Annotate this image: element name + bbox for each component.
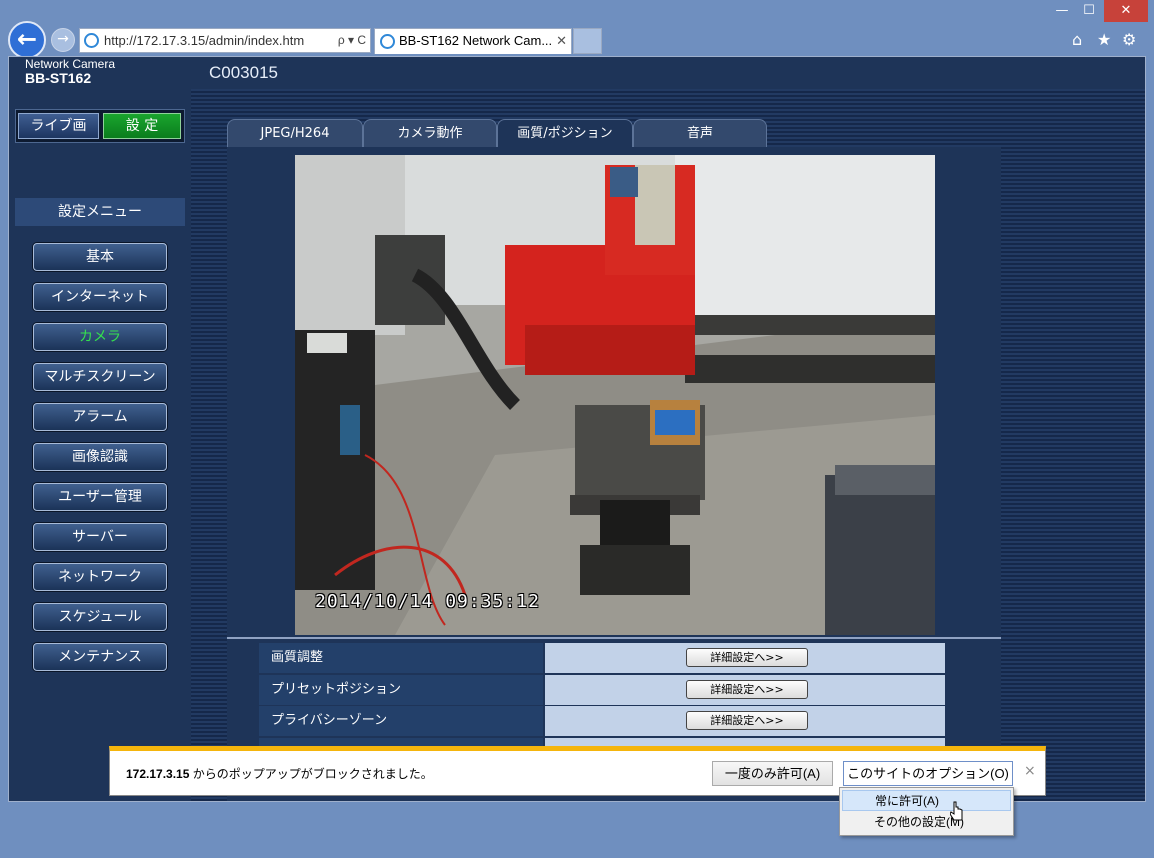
- notification-close-icon[interactable]: ×: [1024, 763, 1036, 779]
- row-label-privacy-zone: プライバシーゾーン: [259, 706, 543, 736]
- tab-close-icon[interactable]: ✕: [556, 29, 567, 53]
- settings-gear-icon[interactable]: ⚙: [1122, 30, 1136, 49]
- row-value-preset-position: 詳細設定へ>>: [545, 675, 945, 705]
- menu-item-always-allow[interactable]: 常に許可(A): [842, 790, 1011, 811]
- mouse-pointer-icon: [950, 801, 963, 821]
- product-line: Network Camera: [25, 57, 116, 71]
- minimize-button[interactable]: —: [1050, 0, 1074, 22]
- notification-ip: 172.17.3.15: [126, 767, 190, 781]
- browser-tab[interactable]: BB-ST162 Network Cam... ✕: [374, 28, 572, 54]
- menu-network[interactable]: ネットワーク: [33, 563, 167, 591]
- home-icon[interactable]: ⌂: [1072, 30, 1082, 49]
- menu-schedule[interactable]: スケジュール: [33, 603, 167, 631]
- row-label-image-adjust: 画質調整: [259, 643, 543, 673]
- menu-user-management[interactable]: ユーザー管理: [33, 483, 167, 511]
- menu-internet[interactable]: インターネット: [33, 283, 167, 311]
- menu-item-more-settings[interactable]: その他の設定(M): [842, 812, 1011, 833]
- video-timestamp: 2014/10/14 09:35:12: [315, 591, 540, 612]
- address-url: http://172.17.3.15/admin/index.htm: [104, 33, 305, 48]
- privacy-zone-detail-button[interactable]: 詳細設定へ>>: [686, 711, 808, 730]
- model-name: BB-ST162: [25, 70, 92, 86]
- camera-scene-image: [295, 155, 935, 635]
- back-button[interactable]: ←: [8, 21, 46, 59]
- maximize-button[interactable]: ☐: [1077, 0, 1101, 22]
- notification-text: からのポップアップがブロックされました。: [189, 767, 433, 781]
- new-tab-button[interactable]: [573, 28, 602, 54]
- menu-maintenance[interactable]: メンテナンス: [33, 643, 167, 671]
- forward-arrow-icon: →: [57, 31, 69, 47]
- image-adjust-detail-button[interactable]: 詳細設定へ>>: [686, 648, 808, 667]
- menu-camera[interactable]: カメラ: [33, 323, 167, 351]
- live-view-button[interactable]: ライブ画: [18, 113, 99, 139]
- row-label-preset-position: プリセットポジション: [259, 675, 543, 705]
- row-value-image-adjust: 詳細設定へ>>: [545, 643, 945, 673]
- site-options-button[interactable]: このサイトのオプション(O) ▾: [843, 761, 1013, 804]
- menu-basic[interactable]: 基本: [33, 243, 167, 271]
- menu-server[interactable]: サーバー: [33, 523, 167, 551]
- tab-image-position[interactable]: 画質/ポジション: [497, 119, 633, 147]
- tab-audio[interactable]: 音声: [633, 119, 767, 147]
- camera-admin-page: Network Camera BB-ST162 C003015 ライブ画 設 定…: [8, 56, 1146, 802]
- tab-jpeg-h264[interactable]: JPEG/H264: [227, 119, 363, 147]
- address-bar[interactable]: http://172.17.3.15/admin/index.htm ρ ▾ C: [79, 28, 371, 53]
- menu-multiscreen[interactable]: マルチスクリーン: [33, 363, 167, 391]
- tab-title: BB-ST162 Network Cam...: [399, 33, 553, 48]
- ie-tab-icon: [380, 34, 395, 49]
- preset-position-detail-button[interactable]: 詳細設定へ>>: [686, 680, 808, 699]
- camera-live-image: [295, 155, 935, 635]
- forward-button[interactable]: →: [51, 28, 75, 52]
- menu-title: 設定メニュー: [15, 198, 185, 226]
- menu-alarm[interactable]: アラーム: [33, 403, 167, 431]
- favorites-star-icon[interactable]: ★: [1097, 30, 1111, 49]
- ie-page-icon: [84, 33, 99, 48]
- menu-image-recognition[interactable]: 画像認識: [33, 443, 167, 471]
- notification-message: 172.17.3.15 からのポップアップがブロックされました。: [126, 765, 433, 782]
- page-header: [9, 57, 1145, 89]
- camera-title: C003015: [209, 63, 279, 82]
- close-window-button[interactable]: ✕: [1104, 0, 1148, 22]
- tab-camera-operation[interactable]: カメラ動作: [363, 119, 497, 147]
- site-options-menu: 常に許可(A) その他の設定(M): [839, 787, 1014, 836]
- row-value-privacy-zone: 詳細設定へ>>: [545, 706, 945, 736]
- allow-once-button[interactable]: 一度のみ許可(A): [712, 761, 833, 786]
- setup-button[interactable]: 設 定: [103, 113, 181, 139]
- address-tools[interactable]: ρ ▾ C: [338, 29, 366, 52]
- divider: [227, 637, 1001, 639]
- back-arrow-icon: ←: [16, 25, 38, 53]
